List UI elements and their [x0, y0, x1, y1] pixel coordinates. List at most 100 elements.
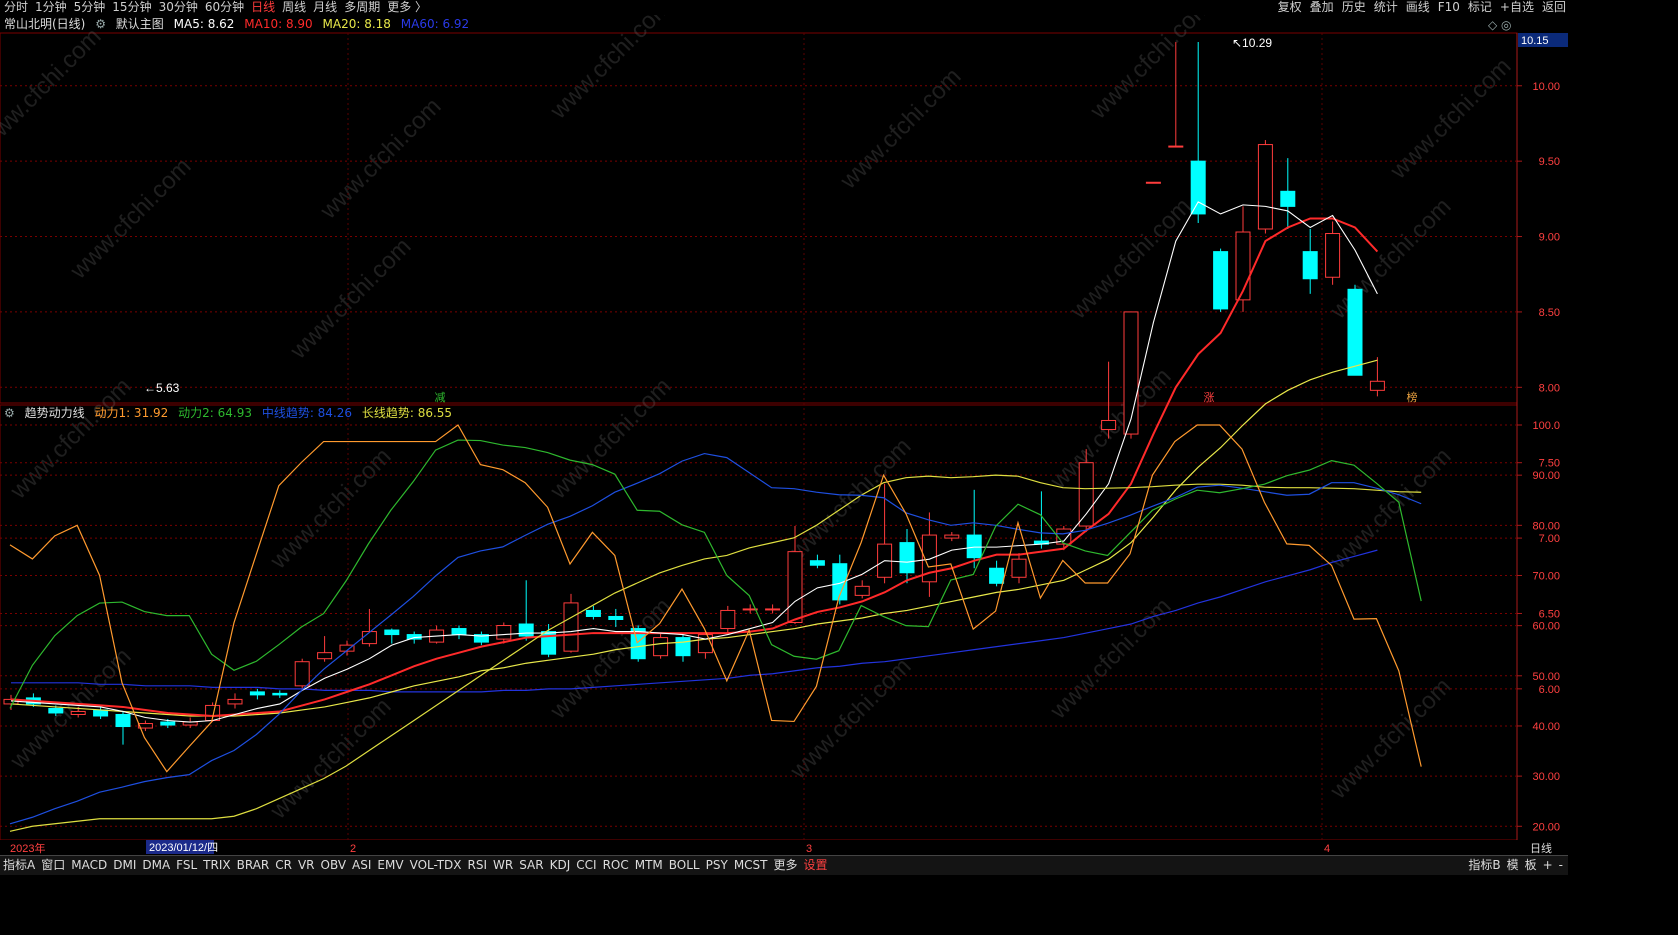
watermark-text: www.cfchi.com [4, 373, 136, 505]
menu-item-7[interactable]: +自选 [1500, 0, 1534, 14]
indicator-tab-11[interactable]: ASI [349, 856, 374, 874]
indicator-header: ⚙ 趋势动力线 动力1: 31.92 动力2: 64.93 中线趋势: 84.2… [0, 405, 1510, 421]
watermark-text: www.cfchi.com [1324, 193, 1456, 325]
indicator-tab-3[interactable]: DMI [110, 856, 139, 874]
indicator-tab-6[interactable]: TRIX [200, 856, 233, 874]
price-tick-label: 8.00 [1539, 382, 1560, 394]
indicator-tab-18[interactable]: CCI [573, 856, 599, 874]
candle-body [787, 551, 803, 624]
candle-body [317, 652, 333, 660]
candle-body [899, 542, 915, 574]
gear-icon[interactable]: ⚙ [95, 17, 106, 31]
menu-item-4[interactable]: 画线 [1406, 0, 1430, 14]
indicator-name[interactable]: 趋势动力线 [25, 406, 85, 420]
indicator-tab-22[interactable]: PSY [703, 856, 731, 874]
indicator-b-tab-3[interactable]: + [1540, 856, 1556, 874]
indicator-tab-20[interactable]: MTM [632, 856, 666, 874]
tab-9[interactable]: 多周期 [344, 0, 380, 14]
candle-body [1257, 144, 1273, 230]
candle-body [608, 615, 624, 620]
watermark-text: www.cfchi.com [1324, 673, 1456, 805]
indicator-tab-13[interactable]: VOL-TDX [407, 856, 465, 874]
candle-body [989, 567, 1005, 584]
candle-body [1101, 419, 1117, 431]
tool-menu: 复权 叠加 历史 统计 画线 F10 标记 +自选 返回 [1270, 0, 1566, 14]
period-label: 日线 [1530, 841, 1552, 855]
tab-4[interactable]: 30分钟 [159, 0, 198, 14]
indicator-tab-8[interactable]: CR [272, 856, 295, 874]
candle-body [70, 710, 86, 715]
candle-body [1369, 380, 1385, 391]
menu-item-3[interactable]: 统计 [1374, 0, 1398, 14]
indicator-tab-5[interactable]: FSL [173, 856, 200, 874]
watermark-text: www.cfchi.com [4, 643, 136, 775]
tab-3[interactable]: 15分钟 [112, 0, 151, 14]
month-label: 2 [350, 843, 356, 855]
watermark-text: www.cfchi.com [0, 23, 106, 155]
candle-body [585, 609, 601, 617]
d2-line [9, 439, 1422, 709]
tab-8[interactable]: 月线 [313, 0, 337, 14]
tab-5[interactable]: 60分钟 [205, 0, 244, 14]
watermark-text: www.cfchi.com [1384, 53, 1516, 185]
menu-item-1[interactable]: 叠加 [1310, 0, 1334, 14]
gear-icon[interactable]: ⚙ [4, 406, 15, 420]
indicator-tab-2[interactable]: MACD [68, 856, 110, 874]
candle-body [1145, 181, 1161, 184]
candle-body [653, 637, 669, 657]
high-annotation: ↖10.29 [1232, 36, 1272, 50]
indicator-tab-4[interactable]: DMA [139, 856, 173, 874]
candle-body [227, 698, 243, 705]
price-tick-label: 9.50 [1539, 156, 1560, 168]
indicator-tab-7[interactable]: BRAR [234, 856, 273, 874]
ma10-line [10, 217, 1379, 717]
tab-10[interactable]: 更多 〉 [387, 0, 427, 14]
mid-trend-value: 中线趋势: 84.26 [261, 406, 353, 420]
menu-item-8[interactable]: 返回 [1542, 0, 1566, 14]
tab-0[interactable]: 分时 [4, 0, 28, 14]
indicator-tab-17[interactable]: KDJ [547, 856, 574, 874]
candle-body [765, 608, 781, 611]
menu-item-2[interactable]: 历史 [1342, 0, 1366, 14]
watermark-text: www.cfchi.com [1044, 593, 1176, 725]
candle-body [944, 534, 960, 539]
indicator-tab-24[interactable]: 更多 [771, 856, 801, 874]
indicator-b-tab-0[interactable]: 指标B [1465, 856, 1503, 874]
price-tick-label: 6.00 [1539, 684, 1560, 696]
indicator-b-tab-1[interactable]: 模 [1504, 856, 1522, 874]
menu-item-0[interactable]: 复权 [1278, 0, 1302, 14]
indicator-tab-0[interactable]: 指标A [0, 856, 38, 874]
tab-7[interactable]: 周线 [282, 0, 306, 14]
price-tick-label: 9.00 [1539, 232, 1560, 244]
indicator-tab-12[interactable]: EMV [374, 856, 406, 874]
candle-body [854, 585, 870, 596]
main-chart-label[interactable]: 默认主图 [116, 17, 164, 31]
indicator-tab-21[interactable]: BOLL [666, 856, 703, 874]
menu-item-5[interactable]: F10 [1438, 0, 1460, 14]
signal-mark: 涨 [1204, 391, 1215, 404]
candle-body [361, 631, 377, 645]
stock-title[interactable]: 常山北明(日线) [4, 17, 85, 31]
indicator-b-tab-4[interactable]: - [1556, 856, 1566, 874]
chart-canvas[interactable]: www.cfchi.comwww.cfchi.comwww.cfchi.comw… [0, 0, 1568, 874]
indicator-tab-23[interactable]: MCST [731, 856, 771, 874]
price-tick-label: 7.00 [1539, 533, 1560, 545]
price-panel-border [0, 32, 1518, 404]
indicator-tab-19[interactable]: ROC [600, 856, 632, 874]
candle-body [1190, 160, 1206, 215]
ma5-value: MA5: 8.62 [173, 17, 235, 31]
indicator-tab-10[interactable]: OBV [318, 856, 350, 874]
indicator-tab-14[interactable]: RSI [465, 856, 491, 874]
indicator-tab-16[interactable]: SAR [516, 856, 546, 874]
indicator-tick-label: 90.00 [1532, 470, 1560, 482]
candle-body [1302, 251, 1318, 280]
indicator-tab-1[interactable]: 窗口 [38, 856, 68, 874]
tab-6[interactable]: 日线 [251, 0, 275, 14]
indicator-tab-15[interactable]: WR [490, 856, 516, 874]
indicator-tab-9[interactable]: VR [295, 856, 318, 874]
tab-1[interactable]: 1分钟 [35, 0, 67, 14]
indicator-b-tab-2[interactable]: 板 [1522, 856, 1540, 874]
tab-2[interactable]: 5分钟 [74, 0, 106, 14]
indicator-tab-25[interactable]: 设置 [801, 856, 831, 874]
menu-item-6[interactable]: 标记 [1468, 0, 1492, 14]
